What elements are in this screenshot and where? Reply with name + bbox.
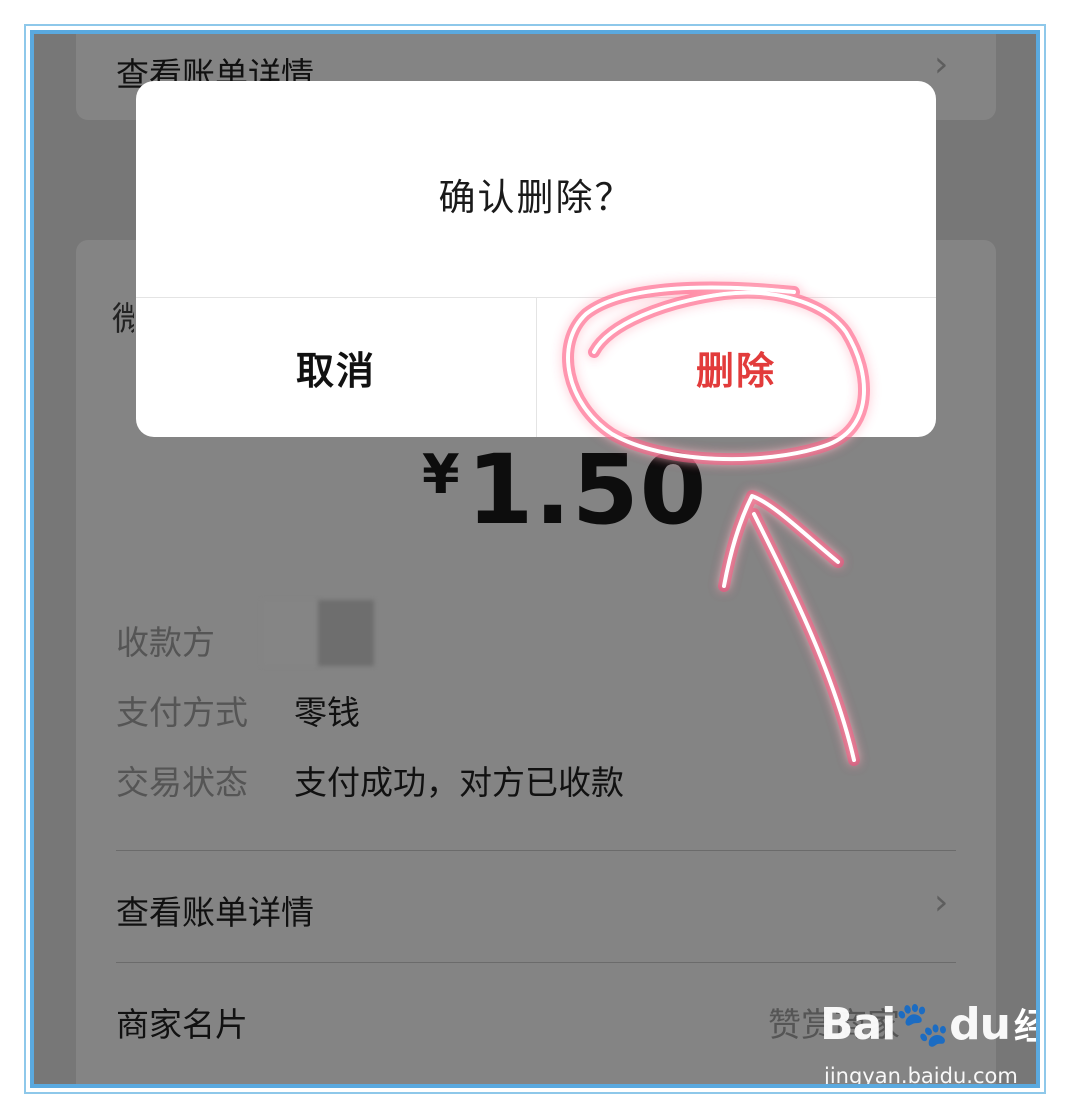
chevron-right-icon: ›	[934, 882, 949, 923]
payment-method-label: 支付方式	[116, 693, 248, 732]
jingyan-brand: 经验	[1014, 1007, 1036, 1048]
cancel-button[interactable]: 取消	[136, 297, 536, 437]
confirm-delete-dialog: 确认删除？ 取消 删除	[136, 81, 936, 437]
amount-value: 1.50	[466, 434, 708, 546]
delete-button[interactable]: 删除	[536, 297, 936, 437]
payee-label: 收款方	[116, 623, 215, 662]
watermark-url: jingyan.baidu.com	[824, 1064, 1018, 1088]
status-value: 支付成功，对方已收款	[294, 763, 624, 802]
baidu-logo: Bai	[820, 999, 896, 1050]
currency-symbol: ¥	[422, 443, 461, 506]
image-frame-inner: 查看账单详情 › 微 ¥1.50 收款方 支付方式 零钱 交易状态 支付成功，对…	[30, 30, 1040, 1088]
phone-screen: 查看账单详情 › 微 ¥1.50 收款方 支付方式 零钱 交易状态 支付成功，对…	[34, 34, 1036, 1084]
chevron-right-icon: ›	[934, 44, 949, 85]
merchant-card-row[interactable]: 商家名片	[116, 998, 248, 1046]
divider	[116, 962, 956, 963]
card-title-partial: 微	[112, 292, 134, 338]
dialog-title: 确认删除？	[438, 176, 634, 219]
payment-method-value: 零钱	[294, 693, 360, 732]
divider	[116, 850, 956, 851]
bill-detail-row[interactable]: 查看账单详情	[116, 886, 314, 934]
baidu-jingyan-watermark: Bai🐾du经验	[820, 998, 1036, 1050]
transaction-amount: ¥1.50	[422, 434, 707, 546]
status-label: 交易状态	[116, 763, 248, 802]
baidu-logo-tail: du	[949, 999, 1011, 1050]
payee-name-redacted	[262, 600, 320, 666]
baidu-logo-paw: 🐾	[895, 999, 950, 1050]
payee-name-redacted-2	[318, 600, 374, 666]
